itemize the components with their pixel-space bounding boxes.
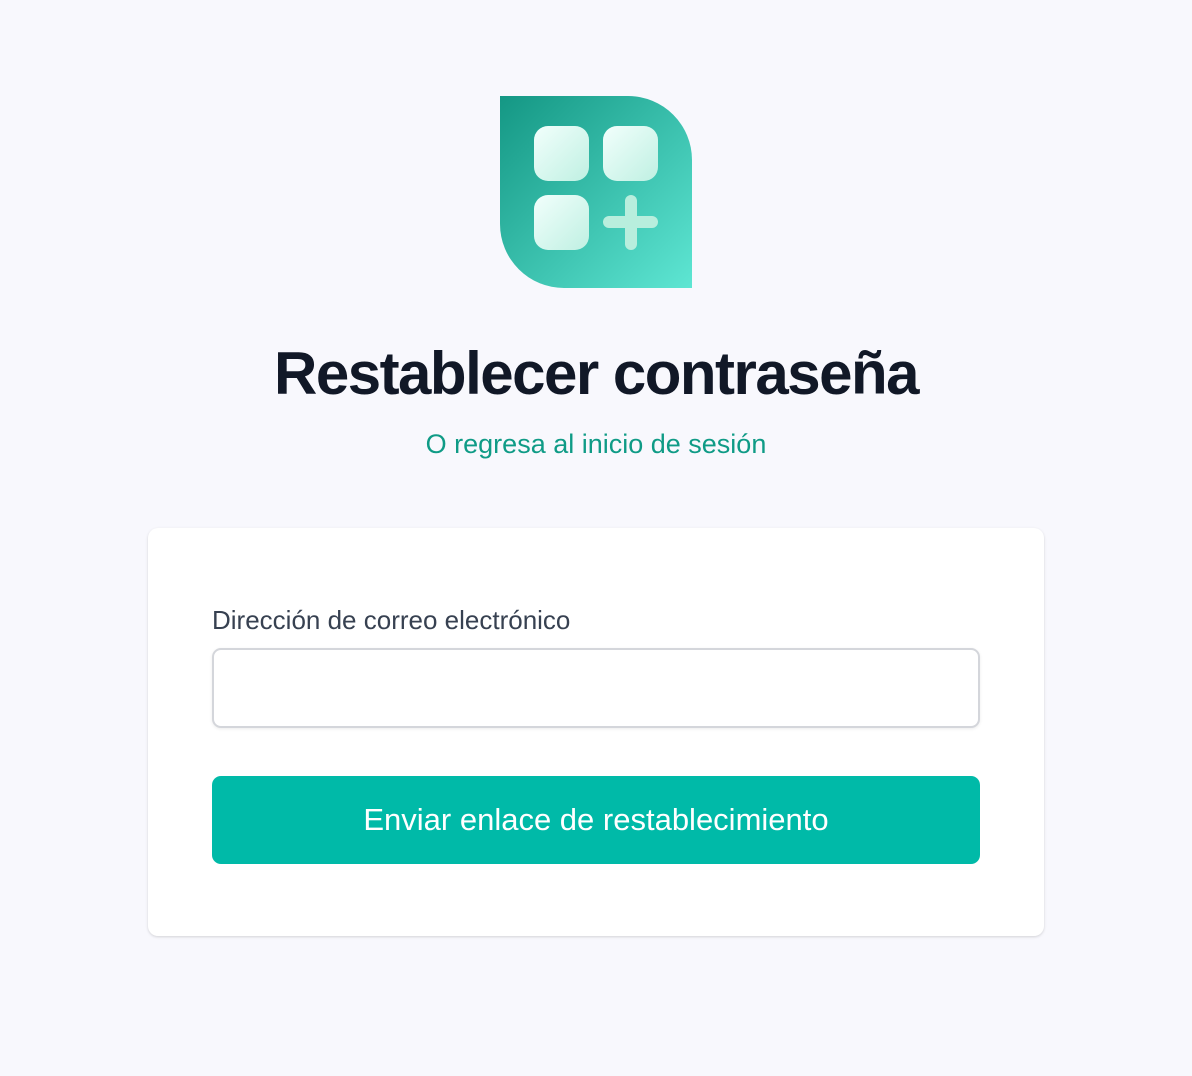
email-label: Dirección de correo electrónico xyxy=(212,605,571,635)
back-to-login-link[interactable]: O regresa al inicio de sesión xyxy=(426,429,767,459)
page-title: Restablecer contraseña xyxy=(274,340,920,407)
send-reset-link-button[interactable]: Enviar enlace de restablecimiento xyxy=(212,776,980,864)
email-field[interactable] xyxy=(212,648,980,728)
app-logo-icon xyxy=(500,96,692,288)
back-to-login-container: O regresa al inicio de sesión xyxy=(0,426,1192,462)
reset-form-card: Dirección de correo electrónico Enviar e… xyxy=(148,528,1044,936)
